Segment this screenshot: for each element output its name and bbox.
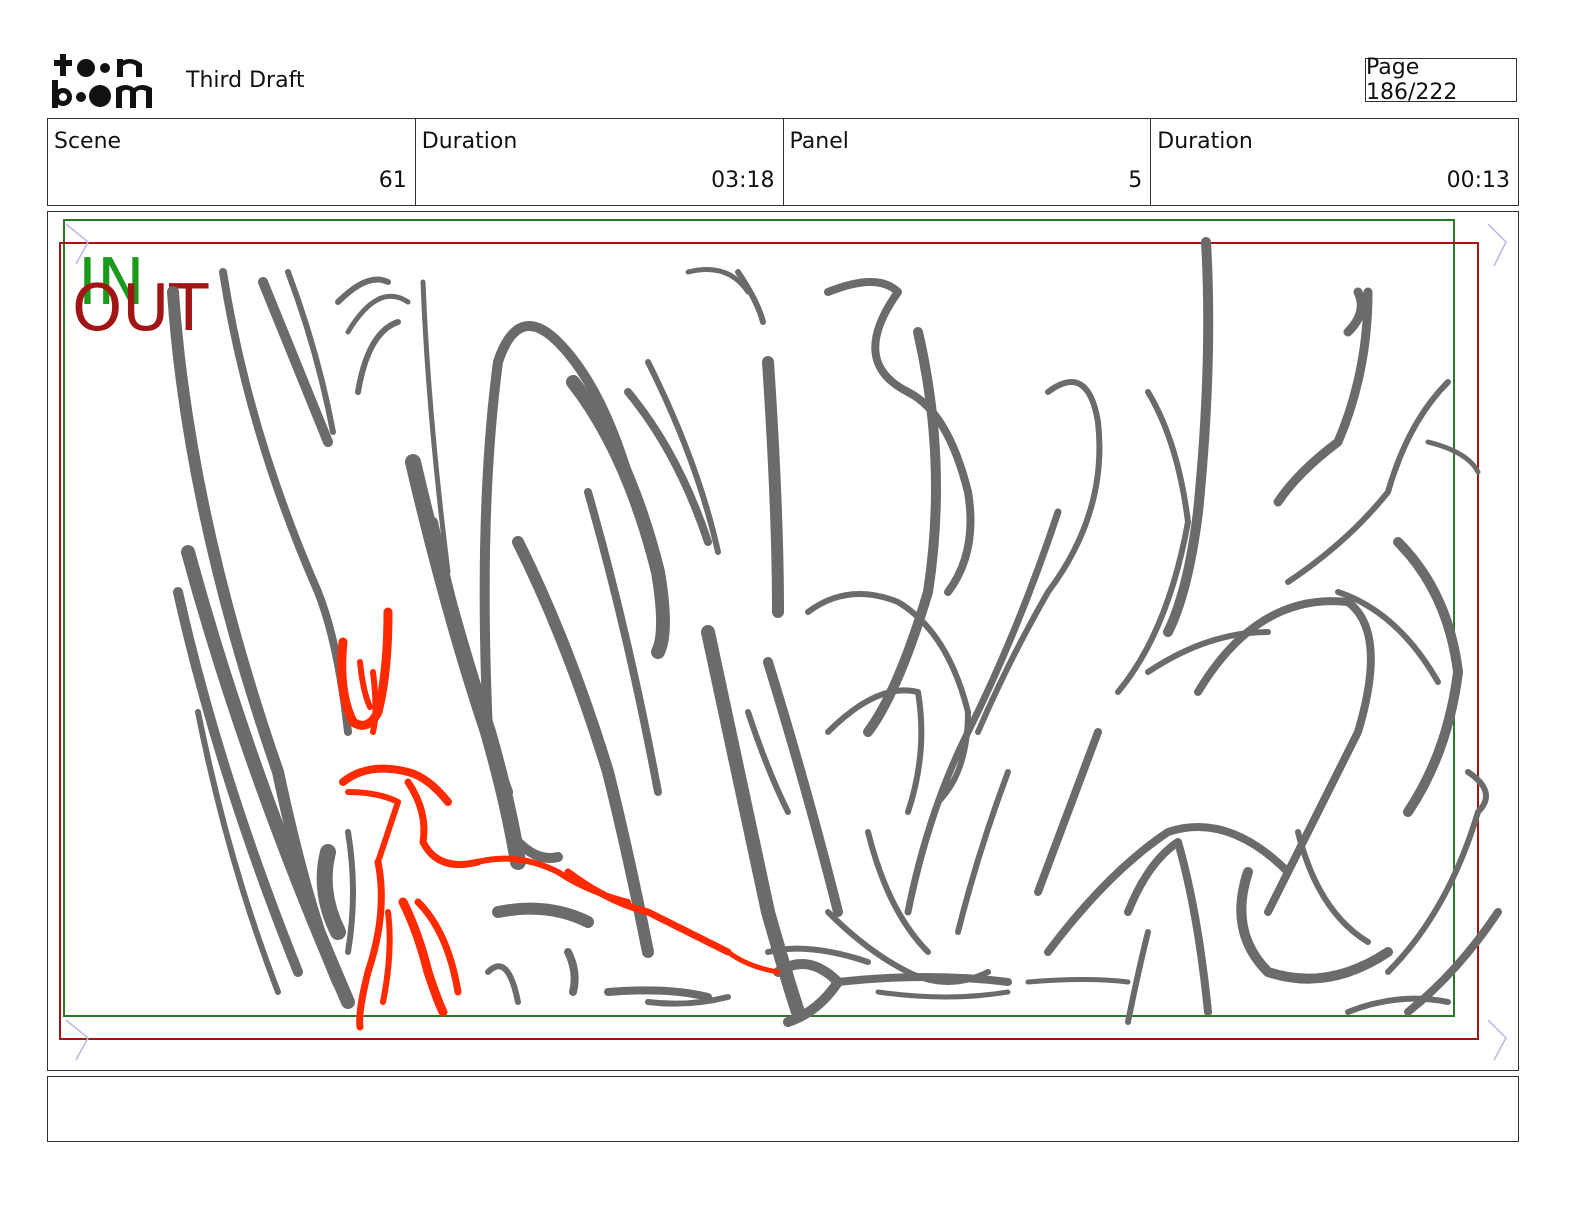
- toon-boom-logo: [50, 50, 165, 112]
- panel-duration-label: Duration: [1157, 129, 1253, 154]
- panel-duration-cell: Duration 00:13: [1151, 119, 1518, 205]
- panel-image-frame: IN OUT: [47, 211, 1519, 1071]
- scene-value: 61: [378, 168, 407, 193]
- document-title: Third Draft: [186, 68, 305, 93]
- logo-graphic: [52, 54, 152, 108]
- storyboard-info-row: Scene 61 Duration 03:18 Panel 5 Duration…: [47, 118, 1519, 206]
- dialogue-notes-box: [47, 1076, 1519, 1142]
- scene-duration-value: 03:18: [711, 168, 775, 193]
- panel-duration-value: 00:13: [1446, 168, 1510, 193]
- scene-duration-cell: Duration 03:18: [416, 119, 784, 205]
- panel-label: Panel: [789, 129, 849, 154]
- scene-cell: Scene 61: [48, 119, 416, 205]
- storyboard-sketch: IN OUT: [59, 219, 1507, 1061]
- panel-cell: Panel 5: [784, 119, 1152, 205]
- scene-duration-label: Duration: [421, 129, 518, 154]
- panel-value: 5: [1128, 168, 1143, 193]
- page-indicator: Page 186/222: [1365, 55, 1517, 105]
- scene-label: Scene: [54, 129, 122, 154]
- background-sketch-strokes: [167, 237, 1502, 1027]
- out-label: OUT: [72, 272, 209, 346]
